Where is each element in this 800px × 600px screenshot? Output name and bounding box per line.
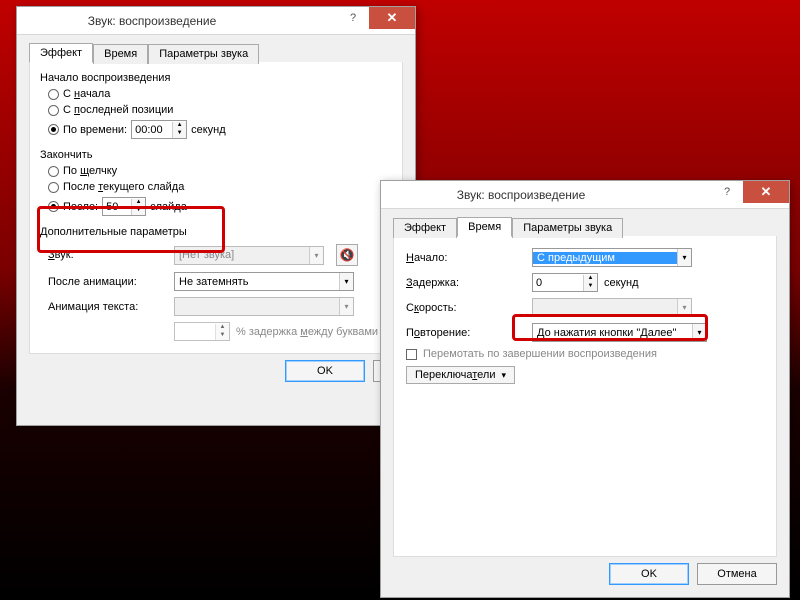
- cancel-button[interactable]: Отмена: [697, 563, 777, 585]
- repeat-combo[interactable]: До нажатия кнопки "Далее" ▾: [532, 323, 707, 342]
- repeat-label: Повторение:: [406, 327, 526, 339]
- toggles-label: Переключатели: [415, 369, 495, 381]
- radio-on-click[interactable]: [48, 166, 59, 177]
- rewind-checkbox[interactable]: [406, 349, 417, 360]
- after-slides-spinner[interactable]: ▲▼: [102, 197, 146, 216]
- after-anim-label: После анимации:: [48, 276, 168, 288]
- tab-effect[interactable]: Эффект: [393, 218, 457, 238]
- sound-label: Звук:: [48, 249, 168, 261]
- ok-button[interactable]: OK: [609, 563, 689, 585]
- chevron-down-icon: ▾: [677, 249, 691, 266]
- close-button[interactable]: ✕: [369, 7, 415, 29]
- letter-delay-spinner[interactable]: ▲▼: [174, 322, 230, 341]
- toggles-button[interactable]: Переключатели ▾: [406, 366, 515, 384]
- label-after: После:: [63, 201, 98, 213]
- after-slides-input[interactable]: [103, 198, 131, 215]
- chevron-down-icon: ▾: [339, 273, 353, 290]
- speaker-icon[interactable]: 🔇: [336, 244, 358, 266]
- sound-combo[interactable]: [Нет звука] ▾: [174, 246, 324, 265]
- start-label: Начало:: [406, 252, 526, 264]
- speed-combo[interactable]: ▾: [532, 298, 692, 317]
- rewind-label: Перемотать по завершении воспроизведения: [423, 348, 657, 360]
- close-button[interactable]: ✕: [743, 181, 789, 203]
- chevron-down-icon: ▾: [339, 298, 353, 315]
- spinner-down-icon[interactable]: ▼: [132, 207, 145, 215]
- text-anim-combo[interactable]: ▾: [174, 297, 354, 316]
- extra-params-label: Дополнительные параметры: [40, 226, 392, 238]
- chevron-down-icon: ▾: [309, 247, 323, 264]
- label-by-time: По времени:: [63, 124, 127, 136]
- tabs: Эффект Время Параметры звука: [29, 43, 403, 63]
- tab-audio-params[interactable]: Параметры звука: [148, 44, 259, 64]
- spinner-down-icon[interactable]: ▼: [584, 283, 597, 291]
- dialog-sound-effect: Звук: воспроизведение ? ✕ Эффект Время П…: [16, 6, 416, 426]
- start-combo[interactable]: С предыдущим ▾: [532, 248, 692, 267]
- delay-spinner[interactable]: ▲▼: [532, 273, 598, 292]
- label-from-last: С последней позиции: [63, 104, 173, 116]
- radio-from-last[interactable]: [48, 105, 59, 116]
- window-title: Звук: воспроизведение: [0, 14, 337, 28]
- titlebar: Звук: воспроизведение ? ✕: [381, 181, 789, 209]
- tab-timing[interactable]: Время: [93, 44, 148, 64]
- radio-after-current[interactable]: [48, 182, 59, 193]
- label-after-current: После текущего слайда: [63, 181, 184, 193]
- letter-delay-input[interactable]: [175, 323, 215, 340]
- spinner-up-icon[interactable]: ▲: [132, 199, 145, 207]
- window-title: Звук: воспроизведение: [331, 188, 711, 202]
- spinner-down-icon[interactable]: ▼: [216, 332, 229, 340]
- end-group-label: Закончить: [40, 149, 392, 161]
- tab-effect[interactable]: Эффект: [29, 43, 93, 63]
- spinner-down-icon[interactable]: ▼: [173, 130, 186, 138]
- help-button[interactable]: ?: [337, 7, 369, 29]
- label-on-click: По щелчку: [63, 165, 117, 177]
- label-slides: слайда: [150, 201, 187, 213]
- after-anim-combo[interactable]: Не затемнять ▾: [174, 272, 354, 291]
- radio-after-n[interactable]: [48, 201, 59, 212]
- start-time-input[interactable]: [132, 121, 172, 138]
- spinner-up-icon[interactable]: ▲: [584, 275, 597, 283]
- ok-button[interactable]: OK: [285, 360, 365, 382]
- text-anim-label: Анимация текста:: [48, 301, 168, 313]
- spinner-up-icon[interactable]: ▲: [173, 122, 186, 130]
- chevron-down-icon: ▾: [692, 324, 706, 341]
- start-time-spinner[interactable]: ▲▼: [131, 120, 187, 139]
- tabs: Эффект Время Параметры звука: [393, 217, 777, 237]
- delay-label: Задержка:: [406, 277, 526, 289]
- titlebar: Звук: воспроизведение ? ✕: [17, 7, 415, 35]
- tab-timing[interactable]: Время: [457, 217, 512, 237]
- tab-audio-params[interactable]: Параметры звука: [512, 218, 623, 238]
- delay-input[interactable]: [533, 274, 583, 291]
- delay-unit: секунд: [604, 277, 639, 289]
- speed-label: Скорость:: [406, 302, 526, 314]
- radio-by-time[interactable]: [48, 124, 59, 135]
- label-from-beginning: С начала: [63, 88, 110, 100]
- start-group-label: Начало воспроизведения: [40, 72, 392, 84]
- label-seconds: секунд: [191, 124, 226, 136]
- dialog-sound-timing: Звук: воспроизведение ? ✕ Эффект Время П…: [380, 180, 790, 598]
- spinner-up-icon[interactable]: ▲: [216, 324, 229, 332]
- radio-from-beginning[interactable]: [48, 89, 59, 100]
- letter-delay-label: % задержка между буквами: [236, 326, 378, 338]
- double-chevron-down-icon: ▾: [501, 370, 506, 381]
- help-button[interactable]: ?: [711, 181, 743, 203]
- chevron-down-icon: ▾: [677, 299, 691, 316]
